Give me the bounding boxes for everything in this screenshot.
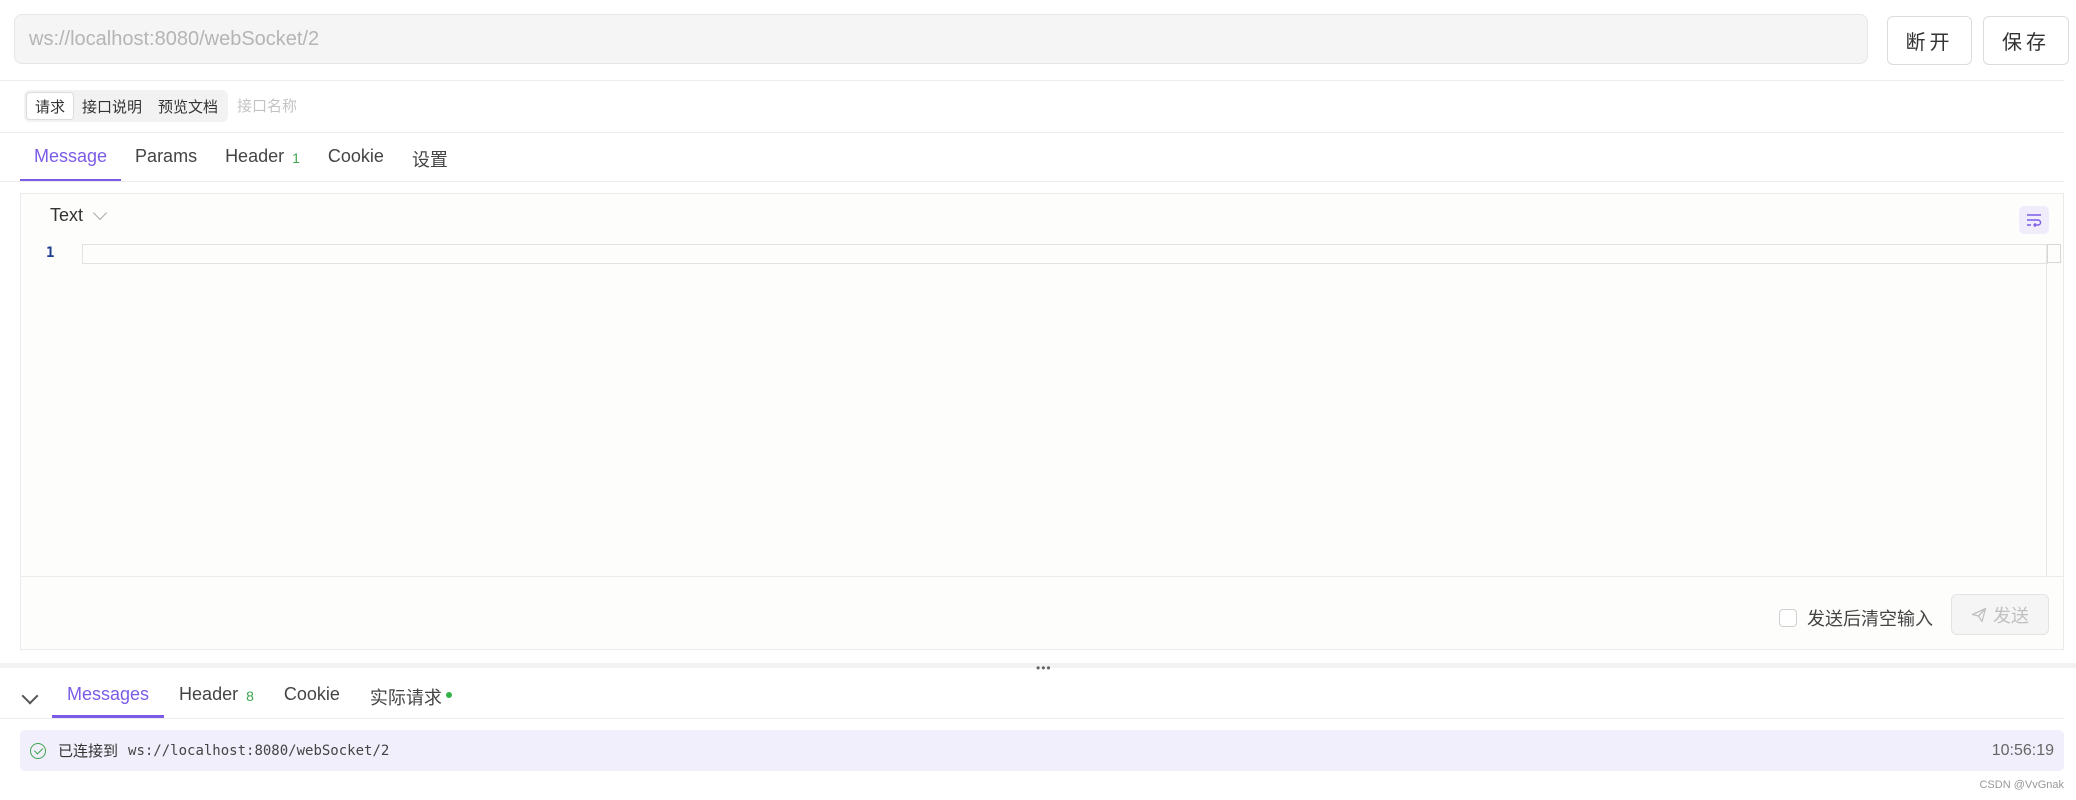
current-line-highlight <box>82 244 2048 264</box>
tab-cookie-label: Cookie <box>327 146 384 166</box>
divider <box>0 181 2064 182</box>
disconnect-button[interactable]: 断开 <box>1887 16 1972 65</box>
url-bar[interactable] <box>14 14 1868 64</box>
tab-cookie[interactable]: Cookie <box>314 140 398 182</box>
wrap-lines-button[interactable] <box>2019 206 2049 234</box>
api-name-input[interactable] <box>237 91 637 121</box>
tab-actual-request-label: 实际请求 <box>369 688 442 708</box>
collapse-chevron-icon[interactable] <box>21 687 39 705</box>
code-editor[interactable] <box>21 243 2063 577</box>
tab-message-label: Message <box>34 146 108 166</box>
send-label: 发送 <box>1993 605 2029 627</box>
tab-header[interactable]: Header 1 <box>211 140 314 182</box>
clear-after-send-checkbox[interactable]: 发送后清空输入 <box>1779 605 1933 631</box>
segment-request[interactable]: 请求 <box>26 92 75 120</box>
request-mode-switch: 请求 接口说明 预览文档 <box>24 90 229 122</box>
tab-messages-label: Messages <box>67 684 150 704</box>
tab-actual-request[interactable]: 实际请求 <box>355 676 467 718</box>
response-tabs: Messages Header 8 Cookie 实际请求 <box>52 676 467 718</box>
segment-preview-doc[interactable]: 预览文档 <box>150 92 226 120</box>
tab-response-header-label: Header <box>179 684 239 704</box>
checkbox-box[interactable] <box>1779 609 1797 627</box>
editor-scrollbar[interactable] <box>2046 244 2062 577</box>
tab-response-cookie-label: Cookie <box>283 684 340 704</box>
url-input[interactable] <box>29 27 1853 51</box>
status-dot <box>445 692 452 698</box>
tab-response-header[interactable]: Header 8 <box>164 676 269 718</box>
tab-params[interactable]: Params <box>121 140 211 182</box>
divider <box>0 718 2064 719</box>
tab-messages[interactable]: Messages <box>52 676 165 718</box>
paper-plane-icon <box>1971 607 1987 622</box>
message-row[interactable]: 已连接到 ws://localhost:8080/webSocket/2 10:… <box>20 730 2064 771</box>
tab-params-label: Params <box>135 146 198 166</box>
format-select[interactable]: Text <box>50 205 108 226</box>
tab-message[interactable]: Message <box>20 140 122 182</box>
watermark: CSDN @VvGnak <box>1979 779 2064 791</box>
message-url: ws://localhost:8080/webSocket/2 <box>128 742 390 759</box>
divider <box>0 80 2064 81</box>
header-count-badge: 1 <box>292 150 300 166</box>
request-tabs: Message Params Header 1 Cookie 设置 <box>20 140 462 182</box>
splitter-grip-icon[interactable]: ••• <box>1036 662 1052 674</box>
divider <box>0 132 2064 133</box>
tab-header-label: Header <box>225 146 285 166</box>
wrap-lines-icon <box>2027 214 2042 227</box>
tab-response-cookie[interactable]: Cookie <box>269 676 355 718</box>
save-button[interactable]: 保存 <box>1983 16 2069 65</box>
clear-after-send-label: 发送后清空输入 <box>1807 609 1933 630</box>
response-header-count-badge: 8 <box>246 688 254 704</box>
tab-settings[interactable]: 设置 <box>398 140 462 182</box>
tab-settings-label: 设置 <box>411 150 448 170</box>
check-circle-icon <box>30 742 46 759</box>
chevron-down-icon <box>92 205 108 220</box>
message-time: 10:56:19 <box>1991 741 2054 759</box>
line-number: 1 <box>46 245 55 261</box>
message-text: 已连接到 <box>58 742 119 760</box>
send-button[interactable]: 发送 <box>1951 594 2049 635</box>
segment-api-description[interactable]: 接口说明 <box>74 92 150 120</box>
editor-scrollbar-thumb[interactable] <box>2047 244 2061 263</box>
format-select-value: Text <box>50 205 84 225</box>
